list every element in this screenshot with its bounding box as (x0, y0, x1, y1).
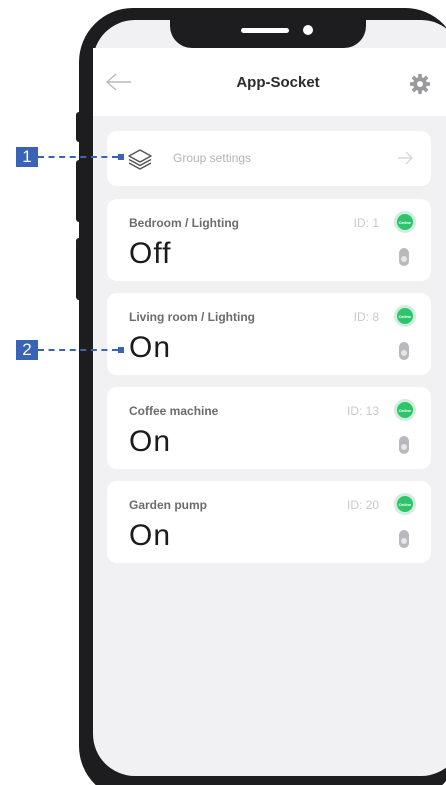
group-settings-button[interactable]: Group settings (107, 131, 431, 186)
online-badge-label: Online (398, 313, 412, 319)
online-status-badge: Online (394, 305, 416, 327)
side-button (76, 112, 82, 142)
gear-icon[interactable] (409, 73, 431, 95)
switch-icon[interactable] (399, 342, 409, 360)
callout-line (38, 156, 118, 158)
online-status-badge: Online (394, 399, 416, 421)
device-name: Coffee machine (129, 404, 219, 418)
device-card[interactable]: Garden pump ID: 20 Online On (107, 481, 431, 563)
online-badge-label: Online (398, 407, 412, 413)
switch-icon[interactable] (399, 436, 409, 454)
speaker (241, 28, 289, 33)
device-name: Bedroom / Lighting (129, 216, 239, 230)
switch-icon[interactable] (399, 530, 409, 548)
side-button (76, 160, 82, 222)
switch-icon[interactable] (399, 248, 409, 266)
device-state: Off (129, 237, 172, 270)
group-settings-label: Group settings (173, 151, 252, 165)
device-id: ID: 20 (346, 498, 379, 512)
callout-number: 2 (16, 340, 38, 360)
online-badge-label: Online (398, 219, 412, 225)
callout-dot (118, 154, 124, 160)
device-id: ID: 8 (353, 310, 379, 324)
device-card[interactable]: Living room / Lighting ID: 8 Online On (107, 293, 431, 375)
device-name: Garden pump (129, 498, 208, 512)
online-badge-label: Online (398, 501, 412, 507)
device-id: ID: 1 (353, 216, 379, 230)
callout-line (38, 349, 118, 351)
app-header: App-Socket (93, 48, 446, 116)
online-status-badge: Online (394, 493, 416, 515)
device-id: ID: 13 (346, 404, 379, 418)
side-button (76, 238, 82, 300)
callout-dot (118, 347, 124, 353)
device-state: On (129, 519, 172, 552)
camera (303, 25, 313, 35)
online-status-badge: Online (394, 211, 416, 233)
device-card[interactable]: Bedroom / Lighting ID: 1 Online Off (107, 199, 431, 281)
device-state: On (129, 331, 172, 364)
page-title: App-Socket (236, 74, 320, 91)
device-name: Living room / Lighting (129, 310, 255, 324)
callout-number: 1 (16, 147, 38, 167)
arrow-right-icon (398, 151, 413, 165)
device-state: On (129, 425, 172, 458)
layers-icon (128, 149, 152, 170)
device-card[interactable]: Coffee machine ID: 13 Online On (107, 387, 431, 469)
